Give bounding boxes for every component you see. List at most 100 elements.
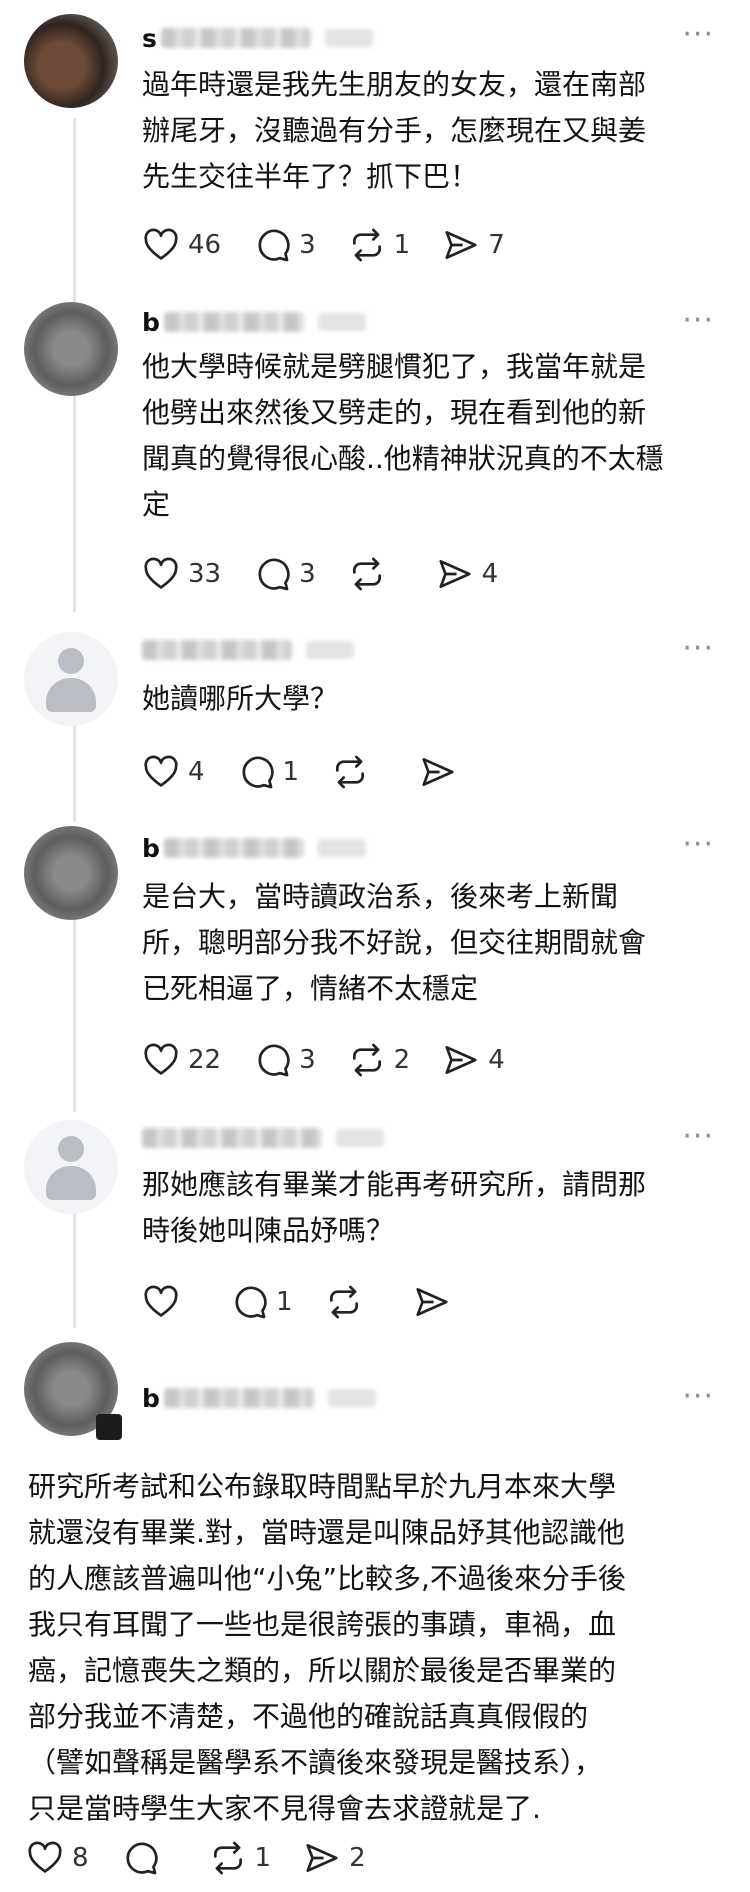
more-options-button[interactable]: ··· [682,20,714,50]
avatar[interactable] [24,632,118,726]
share-icon [422,757,454,787]
author-row[interactable]: s [142,18,373,58]
share-button[interactable]: 2 [303,1839,366,1877]
more-options-button[interactable]: ··· [682,306,714,336]
author-name-blurred [163,1388,314,1408]
author-name[interactable]: s [142,24,157,53]
author-row[interactable]: b [142,828,366,868]
timestamp-blurred [324,29,373,47]
author-row[interactable]: b [142,1378,376,1418]
share-button[interactable]: 4 [436,555,499,593]
reply-button[interactable] [121,1839,177,1877]
author-name-blurred [142,640,292,660]
comment-text: 是台大，當時讀政治系，後來考上新聞 所，聰明部分我不好說，但交往期間就會 已死相… [142,880,647,1005]
like-count: 46 [188,230,222,260]
like-button[interactable]: 22 [142,1041,221,1079]
author-name[interactable]: b [142,1384,160,1413]
like-button[interactable]: 33 [142,555,221,593]
comment-icon [258,229,290,262]
reply-button[interactable]: 1 [230,1283,293,1321]
reply-button[interactable]: 3 [253,226,316,264]
thread-line [73,1212,76,1328]
repost-icon [352,557,381,591]
reply-count: 3 [299,1045,316,1075]
share-icon [306,1843,338,1873]
repost-button[interactable] [331,753,387,791]
comment-text: 過年時還是我先生朋友的女友，還在南部 辦尾牙，沒聽過有分手，怎麼現在又與姜 先生… [142,68,647,193]
share-icon [415,1287,448,1317]
reply-count: 3 [299,230,316,260]
repost-button[interactable] [348,555,404,593]
comment-icon [258,1044,290,1077]
action-bar: 1 [142,1282,501,1322]
comment-text: 他大學時候就是劈腿慣犯了，我當年就是 他劈出來然後又劈走的，現在看到他的新 聞真… [142,350,664,521]
heart-icon [144,1043,178,1075]
reply-button[interactable]: 3 [253,1041,316,1079]
like-count: 8 [72,1843,89,1873]
comment-text: 她讀哪所大學？ [142,682,339,715]
like-button[interactable] [142,1283,198,1321]
like-button[interactable]: 46 [142,226,221,264]
heart-icon [144,755,178,787]
author-row[interactable] [142,1118,384,1158]
like-button[interactable]: 8 [26,1839,89,1877]
avatar[interactable] [24,826,118,920]
action-bar: 46 3 1 7 [142,225,537,265]
author-name[interactable]: b [142,308,160,337]
more-options-button[interactable]: ··· [682,830,714,860]
repost-button[interactable]: 1 [348,226,410,264]
share-count: 2 [349,1843,366,1873]
repost-count: 2 [393,1045,411,1075]
author-row[interactable]: b [142,302,366,342]
action-bar: 8 1 2 [26,1838,398,1878]
share-count: 7 [488,230,505,260]
author-name-blurred [163,312,304,332]
timestamp-blurred [327,1389,376,1407]
share-count: 4 [488,1045,505,1075]
heart-icon [144,557,178,589]
author-name-blurred [142,1128,322,1148]
avatar[interactable] [24,302,118,396]
comment-text: 那她應該有畢業才能再考研究所，請問那 時後她叫陳品妤嗎？ [142,1168,647,1247]
repost-button[interactable]: 1 [209,1839,272,1877]
reply-count: 3 [299,559,316,589]
share-button[interactable]: 4 [442,1041,505,1079]
reply-button[interactable]: 3 [253,555,316,593]
thread-line [73,118,76,304]
author-name-blurred [163,838,304,858]
more-options-button[interactable]: ··· [682,1122,714,1152]
share-count: 4 [481,559,499,589]
share-icon [445,230,477,260]
action-bar: 22 3 2 4 [142,1040,537,1080]
like-count: 4 [188,757,205,787]
share-button[interactable] [419,753,475,791]
repost-icon [352,1043,381,1077]
action-bar: 4 1 [142,752,507,792]
reply-count: 1 [276,1287,293,1317]
repost-button[interactable] [325,1283,381,1321]
like-count: 33 [188,559,222,589]
more-options-button[interactable]: ··· [682,1382,714,1412]
timestamp-blurred [317,313,366,331]
heart-icon [144,1285,178,1317]
repost-icon [352,228,381,262]
share-button[interactable] [413,1283,469,1321]
heart-icon [28,1841,62,1873]
timestamp-blurred [336,1129,384,1147]
like-button[interactable]: 4 [142,753,205,791]
more-options-button[interactable]: ··· [682,634,714,664]
share-button[interactable]: 7 [442,226,505,264]
avatar[interactable] [24,14,118,108]
like-count: 22 [188,1045,222,1075]
repost-icon [329,1285,358,1319]
thread-line [73,916,76,1112]
action-bar: 33 3 4 [142,554,530,594]
reply-button[interactable]: 1 [237,753,300,791]
author-row[interactable] [142,630,354,670]
repost-count: 1 [254,1843,272,1873]
repost-button[interactable]: 2 [348,1041,411,1079]
comment-icon [242,756,274,789]
avatar[interactable] [24,1120,118,1214]
author-name[interactable]: b [142,834,160,863]
reply-count: 1 [282,757,300,787]
